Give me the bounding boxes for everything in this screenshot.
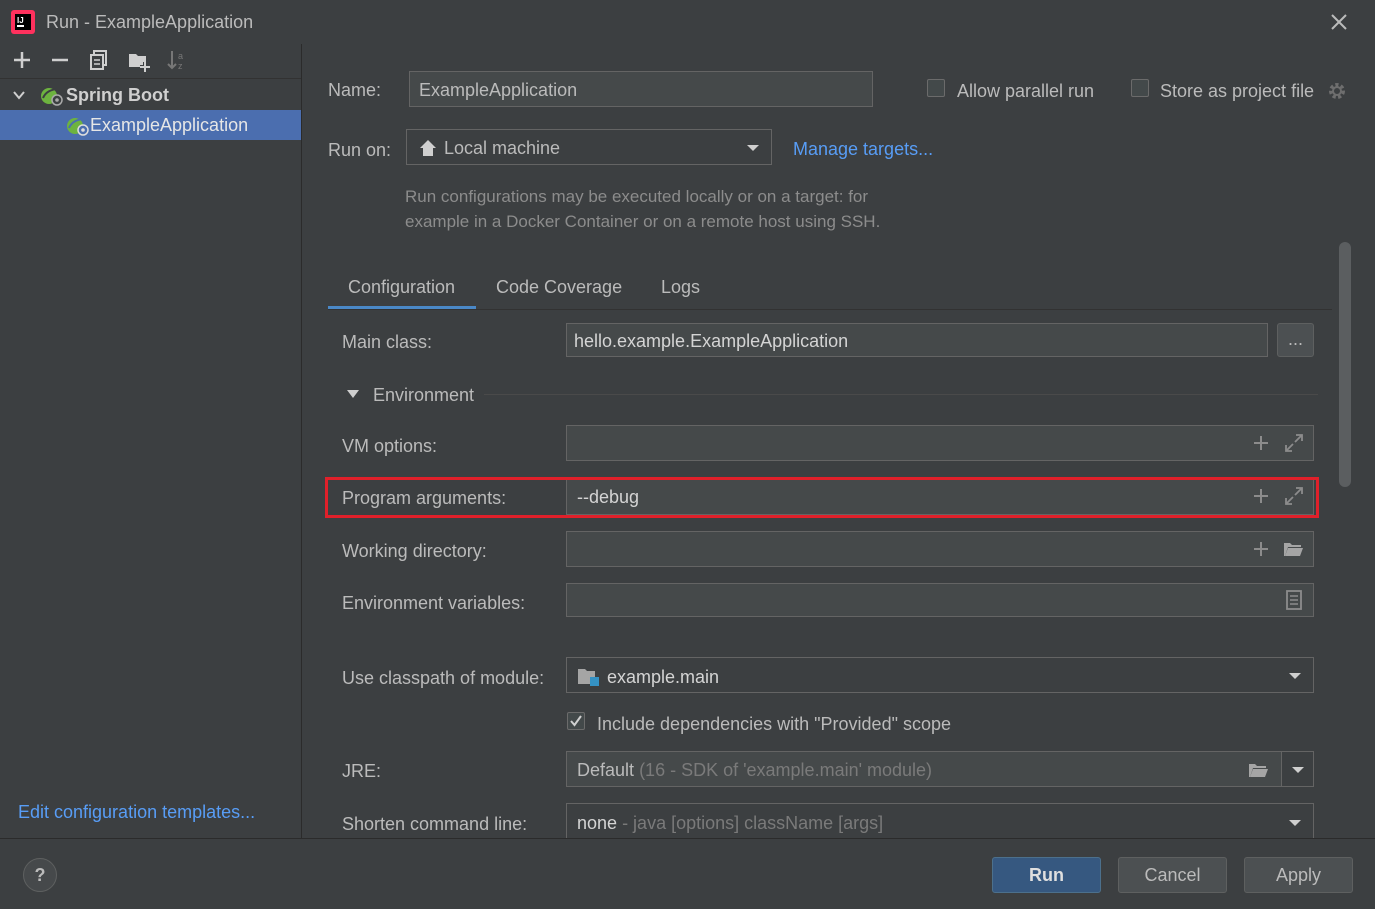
- intellij-logo-icon: IJ: [10, 9, 36, 35]
- copy-icon[interactable]: [86, 47, 112, 73]
- allow-parallel-checkbox[interactable]: [927, 79, 945, 97]
- chevron-down-icon: [1287, 671, 1303, 681]
- environment-variables-field[interactable]: [566, 583, 1314, 617]
- allow-parallel-label[interactable]: Allow parallel run: [957, 81, 1094, 102]
- spring-boot-run-icon: [64, 115, 90, 137]
- folder-icon[interactable]: [1247, 759, 1269, 781]
- main-class-value: hello.example.ExampleApplication: [574, 331, 849, 351]
- plus-icon[interactable]: [1250, 432, 1272, 454]
- configurations-panel: [0, 44, 302, 838]
- scrollbar-thumb[interactable]: [1339, 242, 1351, 487]
- edit-templates-link[interactable]: Edit configuration templates...: [18, 802, 255, 823]
- tree-item-label: ExampleApplication: [90, 115, 249, 135]
- jre-field[interactable]: Default (16 - SDK of 'example.main' modu…: [566, 751, 1282, 787]
- classpath-module-value: example.main: [607, 667, 720, 687]
- name-field[interactable]: ExampleApplication: [409, 71, 873, 107]
- vm-options-label: VM options:: [342, 436, 438, 456]
- run-on-dropdown[interactable]: Local machine: [406, 129, 772, 165]
- main-class-field[interactable]: hello.example.ExampleApplication: [566, 323, 1268, 357]
- cancel-button[interactable]: Cancel: [1118, 857, 1227, 893]
- svg-text:a: a: [178, 51, 183, 61]
- name-field-value: ExampleApplication: [419, 80, 578, 100]
- jre-dropdown-button[interactable]: [1281, 751, 1314, 787]
- plus-icon[interactable]: [1250, 538, 1272, 560]
- classpath-module-label: Use classpath of module:: [342, 668, 545, 688]
- working-directory-label: Working directory:: [342, 541, 487, 561]
- tab-logs[interactable]: Logs: [661, 277, 700, 298]
- shorten-command-line-label: Shorten command line:: [342, 814, 528, 834]
- include-dependencies-label[interactable]: Include dependencies with "Provided" sco…: [597, 714, 951, 735]
- environment-variables-label: Environment variables:: [342, 593, 526, 613]
- jre-label: JRE:: [342, 761, 382, 781]
- add-icon[interactable]: [9, 47, 35, 73]
- window-title: Run - ExampleApplication: [46, 12, 254, 32]
- working-directory-field[interactable]: [566, 531, 1314, 567]
- shorten-command-line-dropdown[interactable]: none - java [options] className [args]: [566, 803, 1314, 838]
- new-folder-icon[interactable]: [126, 47, 152, 73]
- active-tab-indicator: [328, 306, 476, 309]
- run-on-label: Run on:: [328, 140, 392, 160]
- sort-icon[interactable]: az: [164, 47, 190, 73]
- highlight-box: [325, 477, 1319, 518]
- apply-button[interactable]: Apply: [1244, 857, 1353, 893]
- include-dependencies-checkbox[interactable]: [567, 712, 585, 730]
- folder-icon[interactable]: [1282, 538, 1304, 560]
- document-icon[interactable]: [1283, 589, 1305, 611]
- name-label: Name:: [328, 80, 382, 100]
- chevron-down-icon: [745, 143, 761, 153]
- tab-code-coverage[interactable]: Code Coverage: [496, 277, 622, 298]
- tree-group-spring-boot[interactable]: Spring Boot: [66, 85, 169, 106]
- jre-value: Default: [577, 760, 635, 780]
- run-button[interactable]: Run: [992, 857, 1101, 893]
- chevron-down-icon: [1287, 818, 1303, 828]
- chevron-down-icon: [1290, 765, 1306, 775]
- vm-options-field[interactable]: [566, 425, 1314, 461]
- chevron-down-icon[interactable]: [12, 88, 26, 102]
- run-on-hint-line1: Run configurations may be executed local…: [405, 187, 869, 206]
- gear-icon[interactable]: [1326, 80, 1348, 102]
- environment-section-title[interactable]: Environment: [373, 385, 474, 406]
- remove-icon[interactable]: [47, 47, 73, 73]
- shorten-value: none: [577, 813, 618, 833]
- home-icon: [417, 137, 439, 159]
- tab-configuration[interactable]: Configuration: [348, 277, 455, 298]
- spring-boot-icon: [38, 85, 64, 107]
- run-on-hint-line2: example in a Docker Container or on a re…: [405, 212, 881, 231]
- help-button[interactable]: ?: [23, 858, 57, 892]
- module-folder-icon: [577, 666, 601, 688]
- browse-main-class-button[interactable]: ...: [1277, 323, 1314, 357]
- run-on-value: Local machine: [444, 138, 561, 158]
- store-project-label[interactable]: Store as project file: [1160, 81, 1314, 102]
- svg-text:IJ: IJ: [17, 16, 24, 25]
- manage-targets-link[interactable]: Manage targets...: [793, 139, 933, 160]
- shorten-detail: - java [options] className [args]: [622, 813, 884, 833]
- main-class-label: Main class:: [342, 332, 433, 352]
- close-icon[interactable]: [1326, 9, 1352, 35]
- jre-detail: (16 - SDK of 'example.main' module): [639, 760, 933, 780]
- store-project-checkbox[interactable]: [1131, 79, 1149, 97]
- classpath-module-dropdown[interactable]: example.main: [566, 657, 1314, 693]
- collapse-triangle-icon[interactable]: [346, 388, 360, 400]
- expand-icon[interactable]: [1283, 432, 1305, 454]
- svg-text:z: z: [178, 61, 183, 71]
